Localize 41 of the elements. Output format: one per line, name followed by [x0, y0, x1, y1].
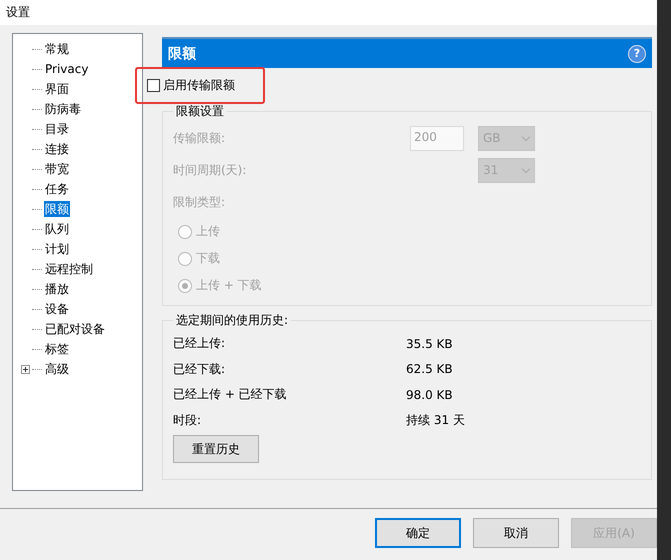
tree-item[interactable]: 远程控制	[44, 261, 94, 277]
tree-item[interactable]: 已配对设备	[44, 321, 106, 337]
tree-item[interactable]: 连接	[44, 141, 70, 157]
tree-item[interactable]: 高级	[44, 361, 70, 377]
reset-history-button[interactable]: 重置历史	[173, 435, 259, 463]
tree-item[interactable]: 常规	[44, 41, 70, 57]
tree-item[interactable]: Privacy	[44, 61, 90, 77]
tree-item[interactable]: 播放	[44, 281, 70, 297]
tree-item[interactable]: 防病毒	[44, 101, 82, 117]
tree-item[interactable]: 任务	[44, 181, 70, 197]
field-label: 时间周期(天):	[173, 162, 246, 178]
stat-value: 35.5 KB	[406, 336, 453, 351]
tree-item[interactable]: 界面	[44, 81, 70, 97]
checkbox-label: 启用传输限额	[163, 77, 235, 94]
radio-label: 上传 + 下载	[196, 277, 262, 294]
tree-item[interactable]: 队列	[44, 221, 70, 237]
group-title: 选定期间的使用历史:	[175, 312, 290, 329]
stat-label: 已经上传 + 已经下载	[173, 386, 288, 404]
window-title: 设置	[6, 4, 30, 21]
tree-item[interactable]: 设备	[44, 301, 70, 317]
stat-label: 已经下载:	[173, 360, 226, 378]
stat-label: 时段:	[173, 412, 202, 429]
radio-label: 上传	[196, 223, 220, 240]
stat-label: 已经上传:	[173, 335, 226, 352]
stat-value: 持续 31 天	[406, 412, 465, 429]
checkbox[interactable]	[147, 79, 160, 92]
ok-button[interactable]: 确定	[375, 518, 461, 548]
field-label: 限制类型:	[173, 194, 226, 210]
expand-icon[interactable]	[21, 364, 30, 374]
dialog-button[interactable]: 取消	[473, 518, 559, 548]
tree-item[interactable]: 标签	[44, 341, 70, 357]
stat-value: 98.0 KB	[406, 388, 453, 402]
tree-item[interactable]: 带宽	[44, 161, 70, 177]
tree-item[interactable]: 限额	[44, 201, 70, 217]
stat-value: 62.5 KB	[406, 362, 453, 376]
section-title: 限额	[168, 44, 196, 62]
group-title: 限额设置	[175, 103, 225, 120]
field-label: 传输限额:	[173, 130, 226, 146]
tree-item[interactable]: 目录	[44, 121, 70, 137]
tree-item[interactable]: 计划	[44, 241, 70, 257]
radio-label: 下载	[196, 250, 220, 267]
